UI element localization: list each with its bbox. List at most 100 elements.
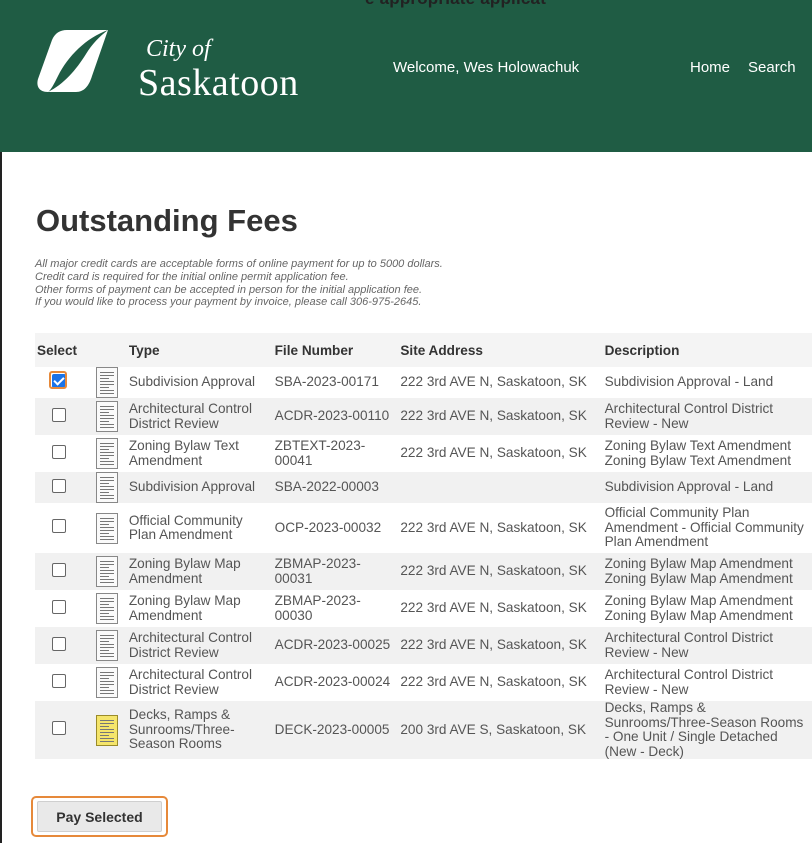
site-address-cell: 222 3rd AVE N, Saskatoon, SK — [398, 627, 603, 664]
row-select-checkbox[interactable] — [52, 721, 66, 736]
file-number-cell: ACDR-2023-00024 — [274, 674, 391, 690]
column-header-select: Select — [35, 333, 87, 367]
document-line — [99, 582, 114, 583]
row-select-checkbox[interactable] — [52, 444, 66, 459]
document-line — [99, 567, 109, 568]
table-row: Zoning Bylaw Map Amendment ZBMAP-2023-000… — [35, 590, 812, 627]
select-cell — [35, 590, 87, 627]
note-line: If you would like to process your paymen… — [35, 296, 422, 309]
document-line — [99, 378, 109, 379]
document-line — [99, 375, 114, 376]
document-line — [99, 412, 109, 413]
icon-cell — [87, 590, 127, 627]
document-icon — [95, 401, 118, 432]
site-address-cell: 222 3rd AVE N, Saskatoon, SK — [400, 445, 587, 461]
document-line — [99, 427, 114, 428]
checkbox-wrapper — [37, 478, 66, 493]
nav-search-link[interactable]: Search — [748, 59, 796, 76]
type-cell: Architectural Control District Review — [126, 627, 273, 664]
site-header: City of Saskatoon Welcome, Wes Holowachu… — [0, 0, 812, 152]
document-line — [99, 650, 109, 651]
document-line — [99, 570, 114, 571]
description-cell: Architectural Control District Review - … — [604, 667, 774, 697]
checkbox-wrapper — [37, 519, 66, 534]
row-select-checkbox[interactable] — [52, 478, 66, 493]
column-header-site-address: Site Address — [398, 333, 603, 367]
document-line — [99, 532, 109, 534]
table-row: Zoning Bylaw Map Amendment ZBMAP-2023-000… — [35, 553, 812, 590]
icon-cell — [87, 503, 127, 553]
document-line — [99, 443, 114, 444]
checkbox-wrapper — [37, 673, 66, 688]
document-icon — [95, 472, 118, 503]
page-title: Outstanding Fees — [36, 203, 298, 238]
description-cell: Architectural Control District Review - … — [602, 398, 812, 435]
document-line — [99, 675, 114, 676]
document-line — [99, 406, 114, 407]
document-line — [99, 461, 114, 462]
document-line — [99, 678, 109, 679]
description-cell: Zoning Bylaw Map Amendment Zoning Bylaw … — [604, 593, 793, 623]
document-line — [99, 684, 114, 685]
type-cell: Zoning Bylaw Text Amendment — [128, 438, 239, 468]
document-line — [99, 372, 114, 373]
checkbox-highlight — [49, 370, 67, 389]
site-address-cell: 222 3rd AVE N, Saskatoon, SK — [400, 674, 587, 690]
row-select-checkbox[interactable] — [52, 673, 66, 688]
site-address-cell: 200 3rd AVE S, Saskatoon, SK — [398, 701, 603, 759]
document-line — [99, 613, 109, 614]
nav-home-link[interactable]: Home — [690, 59, 730, 76]
document-line — [99, 734, 109, 736]
fees-table: Select Type File Number Site Address Des… — [35, 333, 812, 759]
file-number-cell: SBA-2022-00003 — [272, 472, 399, 503]
payment-notes: All major credit cards are acceptable fo… — [35, 258, 443, 309]
document-line — [99, 644, 114, 645]
row-select-checkbox[interactable] — [52, 599, 66, 614]
row-select-checkbox[interactable] — [52, 519, 66, 534]
document-line — [99, 486, 114, 487]
cropped-top-text: e appropriate applicat — [365, 0, 546, 9]
description-cell: Subdivision Approval - Land — [602, 472, 812, 503]
document-line — [99, 573, 114, 574]
file-number-cell: ACDR-2023-00110 — [272, 398, 399, 435]
document-line — [99, 610, 114, 611]
site-address-cell — [398, 472, 603, 503]
description-cell: Decks, Ramps & Sunrooms/Three-Season Roo… — [602, 700, 812, 759]
type-cell: Architectural Control District Review — [128, 667, 253, 697]
document-line — [99, 424, 114, 425]
select-cell — [35, 503, 87, 553]
select-cell — [35, 701, 87, 759]
pay-selected-button[interactable]: Pay Selected — [37, 801, 162, 832]
document-line — [99, 498, 114, 499]
document-line — [99, 561, 114, 562]
document-line — [99, 477, 114, 478]
document-line — [99, 387, 109, 388]
column-header-description: Description — [602, 333, 812, 367]
checkbox-wrapper — [37, 370, 67, 389]
document-icon — [95, 512, 118, 544]
document-line — [99, 607, 114, 608]
welcome-text: Welcome, Wes Holowachuk — [393, 59, 580, 76]
document-line — [99, 421, 109, 422]
column-header-file-number: File Number — [272, 333, 399, 367]
row-select-checkbox[interactable] — [52, 636, 66, 651]
document-line — [99, 653, 114, 654]
note-line: Other forms of payment can be accepted i… — [35, 283, 423, 296]
document-line — [99, 681, 114, 682]
document-line — [99, 526, 114, 528]
row-select-checkbox[interactable] — [52, 562, 66, 577]
type-cell: Official Community Plan Amendment — [128, 512, 243, 542]
document-line — [99, 647, 114, 648]
pay-button-highlight: Pay Selected — [31, 796, 168, 837]
document-line — [99, 455, 114, 456]
site-address-cell: 222 3rd AVE N, Saskatoon, SK — [398, 553, 603, 590]
table-row: Subdivision Approval SBA-2022-00003 Subdiv… — [35, 472, 812, 503]
row-select-checkbox[interactable] — [52, 407, 66, 422]
type-cell: Subdivision Approval — [126, 472, 273, 503]
icon-cell — [86, 553, 127, 590]
document-line — [99, 446, 114, 447]
checkbox-wrapper — [37, 562, 66, 577]
document-line — [99, 641, 109, 642]
document-line — [99, 520, 114, 522]
file-number-cell: ACDR-2023-00025 — [272, 627, 399, 664]
